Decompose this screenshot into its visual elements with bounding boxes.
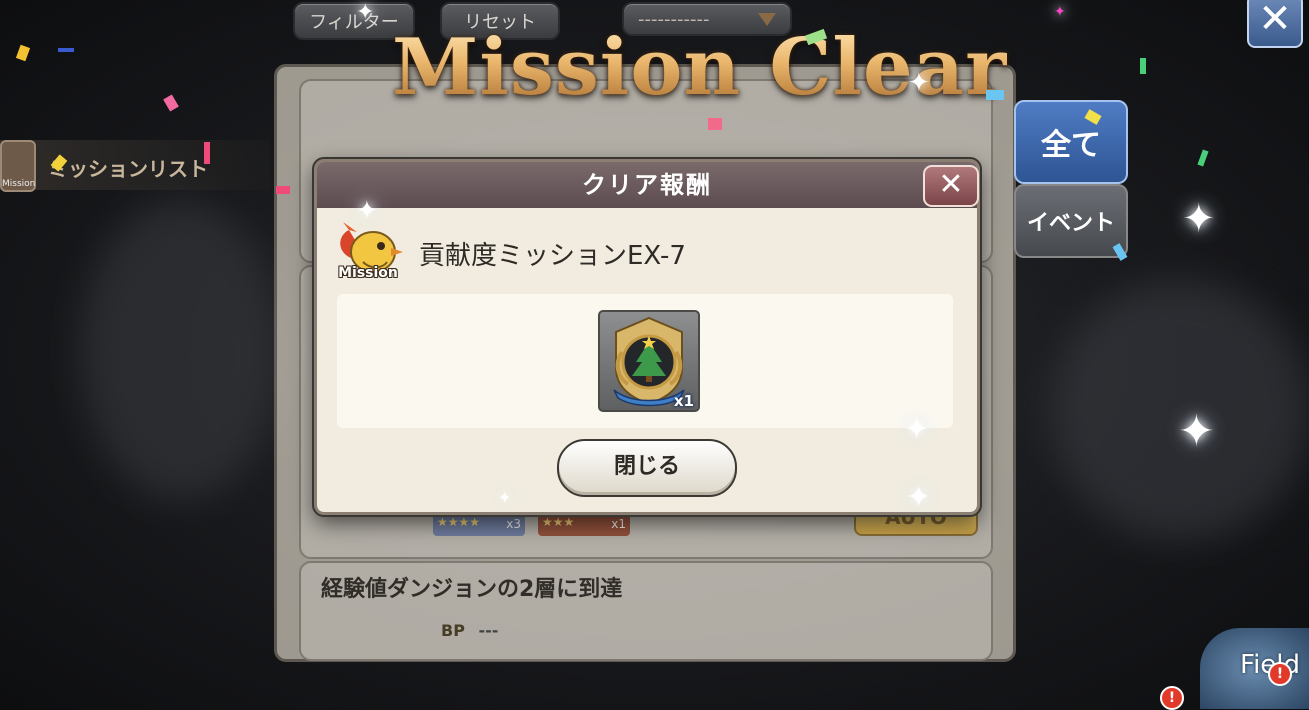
- bp-label-text: BP: [441, 621, 465, 640]
- confetti: [1140, 58, 1146, 74]
- background-blur: [80, 200, 280, 500]
- sparkle-icon: ✦: [498, 488, 512, 507]
- mission-list-icon: Mission: [0, 140, 36, 192]
- reward-quantity: x1: [673, 392, 694, 410]
- reward-item[interactable]: x1: [598, 310, 700, 412]
- item-qty: x3: [506, 517, 521, 531]
- stars-icon: ★★★: [542, 515, 575, 529]
- sparkle-icon: ✦: [356, 0, 375, 25]
- left-tab-label: ミッションリスト: [48, 157, 208, 181]
- notification-badge: !: [1160, 686, 1184, 710]
- confetti: [163, 94, 179, 112]
- confetti: [58, 48, 74, 52]
- notification-badge: !: [1268, 662, 1292, 686]
- dialog-close-button[interactable]: ✕: [923, 165, 979, 207]
- sparkle-icon: ✦: [904, 412, 930, 447]
- sparkle-icon: ✦: [906, 480, 932, 515]
- reward-dialog: クリア報酬 ✕ Mission 貢献度ミッションEX-7 x1 閉じる: [314, 159, 980, 515]
- tab-all[interactable]: 全て: [1014, 100, 1128, 184]
- sparkle-icon: ✦: [908, 68, 930, 98]
- bp-value: ---: [478, 621, 499, 640]
- stars-icon: ★★★★: [437, 515, 481, 529]
- dialog-title: クリア報酬: [317, 162, 977, 208]
- confetti: [15, 44, 31, 62]
- item-slot: ★★★ x1: [538, 512, 630, 536]
- bp-label: BP ---: [441, 621, 498, 640]
- mission-name: 貢献度ミッションEX-7: [419, 241, 686, 271]
- confetti: [1197, 149, 1209, 167]
- confetti: [708, 118, 722, 130]
- mission-card: 経験値ダンジョンの2層に到達 BP ---: [299, 561, 993, 661]
- confetti: [986, 90, 1004, 100]
- confetti: [276, 186, 290, 194]
- sparkle-icon: ✦: [356, 196, 378, 226]
- mission-icon-label: Mission: [338, 265, 398, 281]
- close-icon[interactable]: ✕: [1247, 0, 1303, 48]
- close-button[interactable]: 閉じる: [557, 439, 737, 497]
- sparkle-icon: ✦: [1054, 4, 1066, 20]
- sparkle-icon: ✦: [1182, 196, 1216, 242]
- tab-event[interactable]: イベント: [1014, 184, 1128, 258]
- item-slot: ★★★★ x3: [433, 512, 525, 536]
- mission-list-icon-text: Mission: [2, 179, 36, 189]
- item-qty: x1: [611, 517, 626, 531]
- sparkle-icon: ✦: [1178, 406, 1215, 457]
- mission-title: 経験値ダンジョンの2層に到達: [321, 577, 623, 602]
- confetti: [204, 142, 210, 164]
